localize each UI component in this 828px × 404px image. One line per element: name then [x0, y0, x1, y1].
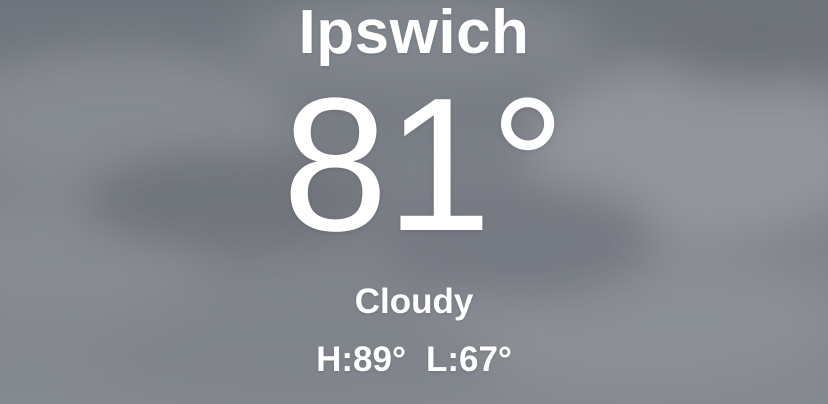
current-weather-header: Ipswich 81° Cloudy H:89° L:67° [0, 0, 828, 404]
low-temperature: L:67° [425, 340, 512, 379]
current-temperature: 81° [282, 59, 565, 271]
weather-screen: Ipswich 81° Cloudy H:89° L:67° [0, 0, 828, 404]
weather-condition: Cloudy [354, 282, 474, 321]
high-temperature: H:89° [316, 340, 406, 379]
high-low-temperatures: H:89° L:67° [0, 338, 828, 382]
